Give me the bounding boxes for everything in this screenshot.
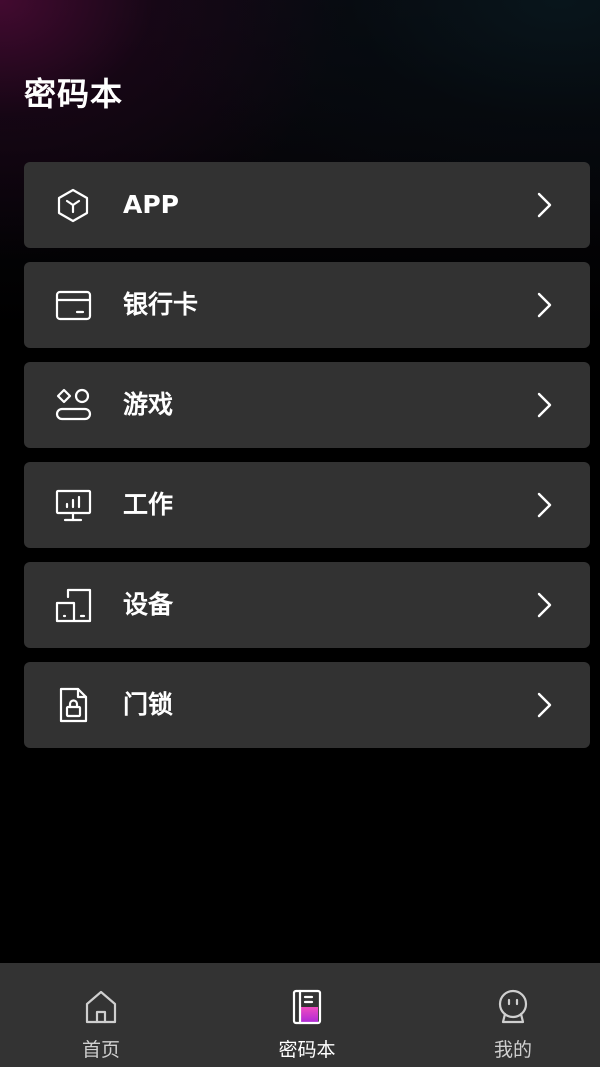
category-label: 工作 [123, 490, 174, 519]
lock-file-icon [54, 687, 92, 723]
tab-home[interactable]: 首页 [21, 963, 181, 1067]
category-label: 门锁 [123, 690, 174, 719]
category-list: APP 银行卡 游戏 工作 设备 门锁 [24, 162, 590, 762]
category-label: APP [123, 190, 179, 219]
category-item-door-lock[interactable]: 门锁 [24, 662, 590, 748]
notebook-icon [289, 989, 325, 1025]
tab-label: 我的 [493, 1039, 532, 1061]
chevron-right-icon [534, 291, 554, 319]
tab-label: 密码本 [278, 1039, 336, 1061]
chevron-right-icon [534, 391, 554, 419]
devices-icon [54, 587, 92, 623]
category-item-app[interactable]: APP [24, 162, 590, 248]
game-icon [54, 387, 92, 423]
profile-face-icon [495, 989, 531, 1025]
page-title: 密码本 [24, 75, 124, 113]
category-label: 设备 [123, 590, 174, 619]
chevron-right-icon [534, 491, 554, 519]
card-icon [54, 287, 92, 323]
chevron-right-icon [534, 591, 554, 619]
category-item-work[interactable]: 工作 [24, 462, 590, 548]
bottom-tab-bar: 首页 密码本 我的 [0, 963, 600, 1067]
tab-profile[interactable]: 我的 [433, 963, 593, 1067]
cube-icon [54, 187, 92, 223]
category-label: 银行卡 [123, 290, 199, 319]
category-item-bank-card[interactable]: 银行卡 [24, 262, 590, 348]
tab-label: 首页 [81, 1039, 120, 1061]
chevron-right-icon [534, 691, 554, 719]
chevron-right-icon [534, 191, 554, 219]
category-item-game[interactable]: 游戏 [24, 362, 590, 448]
home-icon [83, 989, 119, 1025]
presentation-chart-icon [54, 487, 92, 523]
category-item-device[interactable]: 设备 [24, 562, 590, 648]
tab-password-book[interactable]: 密码本 [227, 963, 387, 1067]
category-label: 游戏 [123, 390, 174, 419]
